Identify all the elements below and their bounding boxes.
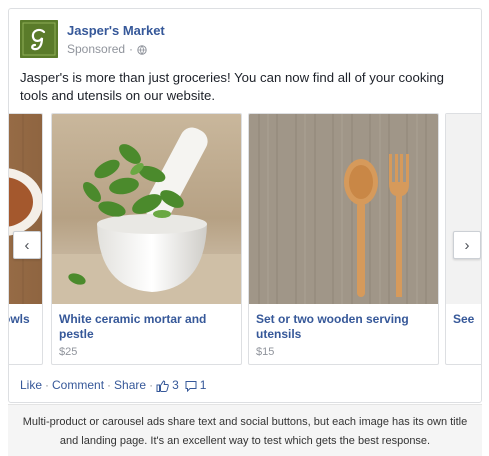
thumbs-up-icon[interactable] — [156, 378, 169, 392]
share-button[interactable]: Share — [114, 378, 146, 392]
page-name-link[interactable]: Jasper's Market — [67, 23, 165, 38]
image-caption: Multi-product or carousel ads share text… — [8, 404, 482, 456]
wooden-utensils-photo — [249, 114, 438, 304]
comment-count[interactable]: 1 — [200, 378, 207, 392]
globe-icon — [137, 44, 147, 55]
carousel-prev-button[interactable]: ‹ — [13, 231, 41, 259]
card-title[interactable]: Set or two wooden serving utensils — [256, 312, 434, 342]
carousel-card[interactable]: White ceramic mortar and pestle $25 — [51, 113, 242, 365]
comment-button[interactable]: Comment — [52, 378, 104, 392]
sponsored-label[interactable]: Sponsored — [67, 42, 125, 56]
meta-separator: · — [129, 42, 134, 56]
caption-text: Multi-product or carousel ads share text… — [22, 416, 468, 447]
social-bar: Like · Comment · Share · 3 1 — [20, 378, 206, 392]
post-meta: Sponsored · — [67, 42, 147, 56]
like-button[interactable]: Like — [20, 378, 42, 392]
product-carousel: owls — [9, 113, 481, 365]
chevron-left-icon: ‹ — [24, 236, 30, 254]
card-title[interactable]: owls — [9, 312, 42, 327]
mortar-pestle-photo — [52, 114, 241, 304]
like-count[interactable]: 3 — [172, 378, 179, 392]
card-title[interactable]: See — [453, 312, 481, 327]
card-title[interactable]: White ceramic mortar and pestle — [59, 312, 237, 342]
next-card-photo — [446, 114, 481, 304]
social-separator: · — [149, 378, 154, 392]
social-separator: · — [45, 378, 50, 392]
bowl-photo — [9, 114, 42, 304]
card-price: $15 — [256, 346, 275, 358]
screenshot-frame: Jasper's Market Sponsored · Jasper's is … — [0, 0, 489, 456]
ad-post-card: Jasper's Market Sponsored · Jasper's is … — [8, 8, 482, 403]
card-price: $25 — [59, 346, 78, 358]
chevron-right-icon: › — [464, 236, 470, 254]
jaspers-logo-icon[interactable] — [20, 20, 58, 58]
carousel-next-button[interactable]: › — [453, 231, 481, 259]
post-body-text: Jasper's is more than just groceries! Yo… — [20, 70, 445, 103]
comment-bubble-icon[interactable] — [185, 378, 197, 392]
social-separator: · — [107, 378, 112, 392]
carousel-card[interactable]: Set or two wooden serving utensils $15 — [248, 113, 439, 365]
